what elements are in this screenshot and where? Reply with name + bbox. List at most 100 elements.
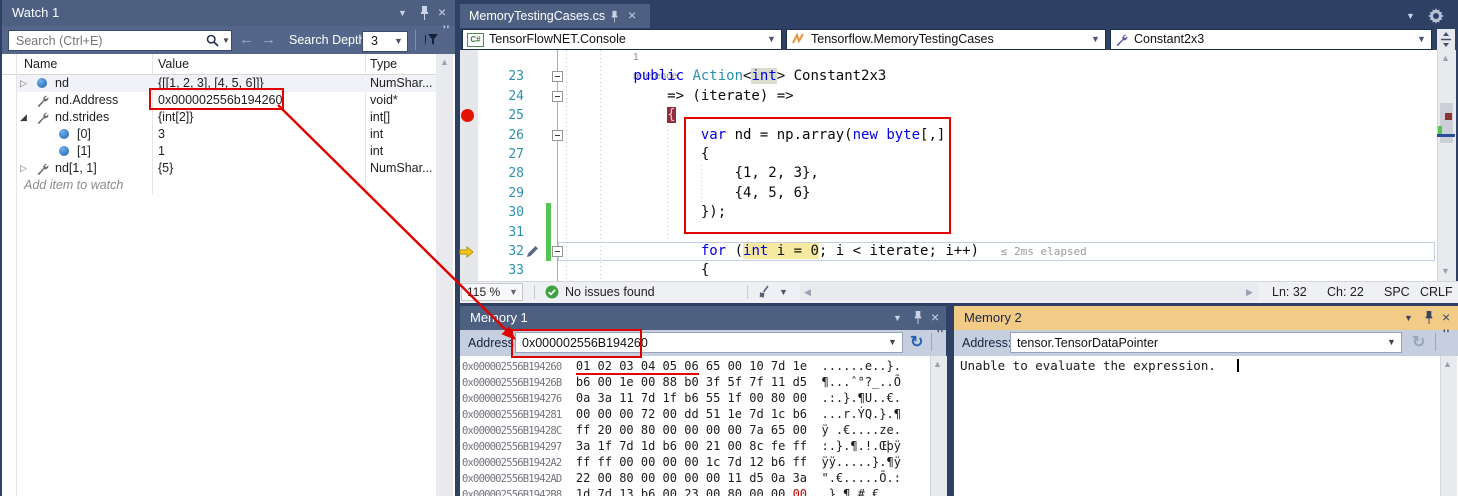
- fold-collapse-box[interactable]: [552, 71, 563, 82]
- memory2-pin-icon[interactable]: [1423, 310, 1435, 325]
- watch-name-cell[interactable]: nd[1, 1]: [55, 160, 97, 177]
- watch-type-cell[interactable]: int: [370, 126, 436, 143]
- fold-collapse-box[interactable]: [552, 91, 563, 102]
- code-line[interactable]: public Action<int> Constant2x3: [566, 67, 886, 86]
- watch-name-cell[interactable]: nd.strides: [55, 109, 109, 126]
- editor-scroll-right-icon[interactable]: ▶: [1246, 287, 1253, 298]
- expander-expanded-icon[interactable]: ◢: [20, 109, 27, 126]
- watch-row[interactable]: [0] 3 int: [17, 126, 436, 143]
- status-line-ending[interactable]: CRLF: [1420, 281, 1453, 303]
- watch-add-item[interactable]: Add item to watch: [24, 177, 123, 194]
- fold-collapse-box[interactable]: [552, 246, 563, 257]
- memory-row[interactable]: 0x000002556B19428C ff 20 00 80 00 00 00 …: [462, 422, 901, 438]
- memory1-pin-icon[interactable]: [912, 310, 924, 325]
- memory2-titlebar[interactable]: Memory 2 ▼ ×: [954, 306, 1458, 330]
- memory2-address-chevron-icon[interactable]: ▼: [1387, 332, 1396, 353]
- watch-type-cell[interactable]: int[]: [370, 109, 436, 126]
- watch-row[interactable]: ▷nd{[[1, 2, 3], [4, 5, 6]]}NumShar...: [17, 75, 436, 92]
- memory-row[interactable]: 0x000002556B194281 00 00 00 72 00 dd 51 …: [462, 406, 901, 422]
- watch-scrollbar[interactable]: [436, 54, 453, 496]
- memory-row[interactable]: 0x000002556B194276 0a 3a 11 7d 1f b6 55 …: [462, 390, 901, 406]
- memory1-menu-chevron-icon[interactable]: ▼: [893, 306, 902, 330]
- expander-collapsed-icon[interactable]: ▷: [20, 75, 27, 92]
- code-line[interactable]: for (int i = 0; i < iterate; i++) ≤ 2ms …: [566, 242, 1087, 261]
- type-combo[interactable]: Tensorflow.MemoryTestingCases ▼: [786, 29, 1106, 50]
- member-combo-chevron-icon[interactable]: ▼: [1417, 30, 1426, 49]
- watch-menu-chevron-icon[interactable]: ▼: [398, 0, 407, 26]
- search-options-chevron-icon[interactable]: ▼: [222, 30, 230, 51]
- watch-type-cell[interactable]: NumShar...: [370, 160, 436, 177]
- memory-row[interactable]: 0x000002556B194297 3a 1f 7d 1d b6 00 21 …: [462, 438, 901, 454]
- memory2-close-icon[interactable]: ×: [1442, 306, 1450, 329]
- watch-row[interactable]: nd.Address 0x000002556b194260 void*: [17, 92, 436, 109]
- memory2-overflow-icon[interactable]: '': [1443, 328, 1450, 340]
- memory2-scroll-up-icon[interactable]: ▲: [1443, 359, 1452, 369]
- watch-scrollbar-up-icon[interactable]: ▲: [440, 57, 449, 67]
- split-window-button[interactable]: [1437, 29, 1455, 50]
- search-forward-icon[interactable]: →: [261, 26, 276, 54]
- document-well-chevron-icon[interactable]: ▼: [1406, 4, 1415, 28]
- watch-value-cell[interactable]: 1: [158, 143, 363, 160]
- zoom-chevron-icon[interactable]: ▼: [509, 284, 518, 300]
- member-combo[interactable]: Constant2x3 ▼: [1110, 29, 1432, 50]
- gear-icon[interactable]: [1428, 8, 1444, 24]
- project-combo[interactable]: C# TensorFlowNET.Console ▼: [462, 29, 782, 50]
- memory-row[interactable]: 0x000002556B194260 01 02 03 04 05 06 65 …: [462, 358, 901, 374]
- watch-value-cell[interactable]: {[[1, 2, 3], [4, 5, 6]]}: [158, 75, 363, 92]
- watch-pin-icon[interactable]: [418, 5, 431, 21]
- fold-collapse-box[interactable]: [552, 130, 563, 141]
- code-line[interactable]: => (iterate) =>: [566, 87, 794, 106]
- status-spaces-mode[interactable]: SPC: [1384, 281, 1410, 303]
- memory2-content[interactable]: [954, 356, 1458, 496]
- code-line[interactable]: {: [566, 261, 709, 280]
- watch-col-value[interactable]: Value: [158, 54, 189, 75]
- watch-close-icon[interactable]: ×: [438, 0, 446, 25]
- tab-close-icon[interactable]: ×: [628, 4, 636, 27]
- watch-row[interactable]: [1] 1 int: [17, 143, 436, 160]
- memory2-address-input[interactable]: [1010, 332, 1402, 353]
- project-combo-chevron-icon[interactable]: ▼: [767, 30, 776, 49]
- watch-type-cell[interactable]: int: [370, 143, 436, 160]
- code-cleanup-broom-icon[interactable]: [757, 285, 773, 299]
- editor-tab[interactable]: MemoryTestingCases.cs ×: [460, 4, 650, 28]
- search-depth-chevron-icon[interactable]: ▼: [394, 32, 403, 51]
- watch-name-cell[interactable]: [1]: [77, 143, 91, 160]
- tab-pin-icon[interactable]: [609, 10, 620, 23]
- memory1-overflow-icon[interactable]: '': [937, 328, 944, 340]
- code-line[interactable]: {1, 2, 3},: [566, 164, 819, 183]
- filter-pin-icon[interactable]: [421, 31, 439, 49]
- watch-name-cell[interactable]: nd.Address: [55, 92, 118, 109]
- watch-value-cell[interactable]: 3: [158, 126, 363, 143]
- watch-col-type[interactable]: Type: [370, 54, 397, 75]
- watch-search-input[interactable]: [8, 30, 232, 51]
- code-line[interactable]: {: [566, 145, 709, 164]
- memory-row[interactable]: 0x000002556B19426B b6 00 1e 00 88 b0 3f …: [462, 374, 901, 390]
- memory1-close-icon[interactable]: ×: [931, 306, 939, 329]
- expander-collapsed-icon[interactable]: ▷: [20, 160, 27, 177]
- watch-row[interactable]: ▷nd[1, 1]{5}NumShar...: [17, 160, 436, 177]
- memory1-scrollbar[interactable]: [930, 356, 947, 496]
- watch-name-cell[interactable]: [0]: [77, 126, 91, 143]
- code-line[interactable]: {: [566, 106, 676, 125]
- code-line[interactable]: {4, 5, 6}: [566, 184, 810, 203]
- memory-row[interactable]: 0x000002556B1942B8 1d 7d 13 b6 00 23 00 …: [462, 486, 901, 496]
- memory1-address-input[interactable]: [515, 332, 903, 353]
- memory1-titlebar[interactable]: Memory 1 ▼ ×: [460, 306, 946, 330]
- watch-toolbar-overflow-icon[interactable]: '': [443, 24, 450, 36]
- code-line[interactable]: var nd = np.array(new byte[,]: [566, 126, 945, 145]
- watch-type-cell[interactable]: void*: [370, 92, 436, 109]
- health-check-icon[interactable]: [545, 285, 559, 299]
- search-back-icon[interactable]: ←: [239, 26, 254, 54]
- editor-hscrollbar[interactable]: [800, 283, 1258, 301]
- editor-scroll-thumb[interactable]: [1440, 103, 1453, 143]
- memory1-scroll-up-icon[interactable]: ▲: [933, 359, 942, 369]
- watch-type-cell[interactable]: NumShar...: [370, 75, 436, 92]
- memory2-refresh-icon[interactable]: ↻: [1412, 330, 1425, 356]
- editor-scroll-down-icon[interactable]: ▼: [1441, 266, 1450, 276]
- issues-status-text[interactable]: No issues found: [565, 281, 655, 303]
- watch-row[interactable]: ◢nd.strides{int[2]}int[]: [17, 109, 436, 126]
- zoom-combo[interactable]: 115 % ▼: [461, 283, 523, 301]
- search-depth-combo[interactable]: 3 ▼: [362, 31, 408, 52]
- editor-scroll-left-icon[interactable]: ◀: [804, 287, 811, 298]
- watch-value-cell[interactable]: 0x000002556b194260: [158, 92, 363, 109]
